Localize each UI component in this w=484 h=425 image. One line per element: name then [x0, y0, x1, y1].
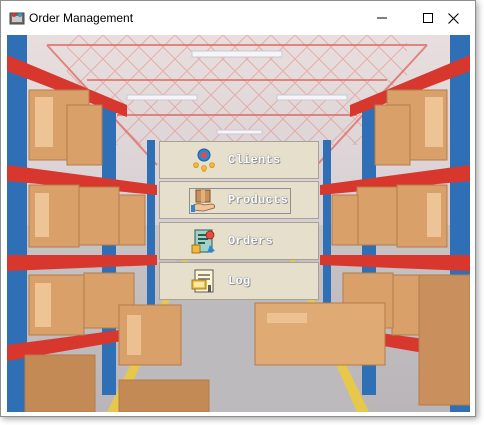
products-button[interactable]: Products: [159, 181, 319, 219]
minimize-icon: [377, 17, 387, 19]
products-label: Products: [228, 193, 289, 207]
title-bar[interactable]: Order Management: [1, 1, 475, 35]
app-window: Order Management Clients Products Orders…: [0, 0, 476, 417]
log-button[interactable]: Log: [159, 262, 319, 300]
app-window-icon: [9, 12, 25, 25]
close-icon: [447, 12, 459, 24]
main-menu: Clients Products Orders Log: [159, 141, 321, 303]
orders-icon: [191, 229, 215, 254]
close-button[interactable]: [430, 1, 476, 35]
minimize-button[interactable]: [359, 1, 405, 35]
clients-icon: [193, 148, 215, 172]
clients-button[interactable]: Clients: [159, 141, 319, 179]
clients-label: Clients: [228, 153, 281, 167]
window-title: Order Management: [29, 11, 134, 25]
log-label: Log: [228, 274, 251, 288]
client-area: Clients Products Orders Log: [7, 35, 470, 412]
log-icon: [191, 269, 214, 293]
orders-button[interactable]: Orders: [159, 222, 319, 260]
orders-label: Orders: [228, 234, 274, 248]
products-icon: [191, 189, 216, 212]
